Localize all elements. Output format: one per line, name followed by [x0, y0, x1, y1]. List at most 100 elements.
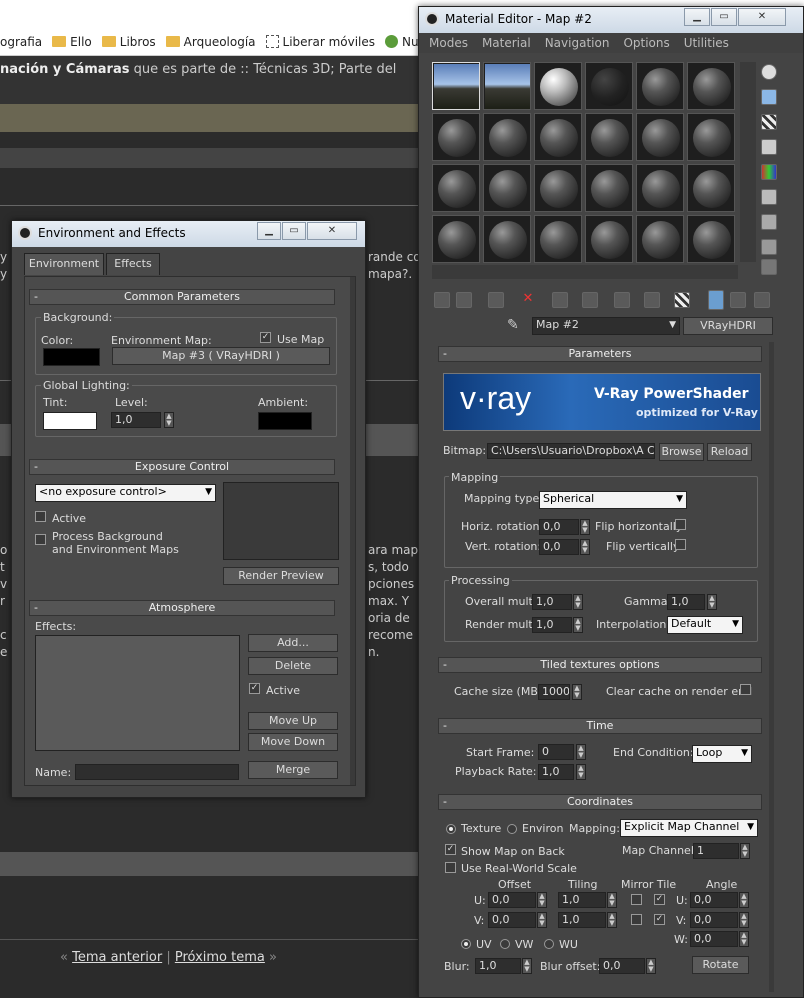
next-topic-link[interactable]: Próximo tema [175, 950, 265, 965]
bookmark-1[interactable]: ografia [0, 35, 42, 49]
backlight-icon[interactable] [761, 89, 777, 105]
cache-size-spinner[interactable]: ▲ ▼ [572, 684, 582, 700]
effect-name-input[interactable] [75, 764, 239, 780]
mapping-type-dropdown[interactable]: Spherical ▼ [539, 491, 687, 509]
maximize-button[interactable]: ▭ [711, 8, 737, 26]
go-to-parent-icon[interactable] [708, 290, 724, 310]
browse-button[interactable]: Browse [659, 443, 704, 461]
u-offset-spinner[interactable]: ▲ ▼ [537, 892, 547, 908]
mat-titlebar[interactable]: Material Editor - Map #2 ▁ ▭ ✕ [419, 7, 803, 33]
slots-scrollbar[interactable] [740, 62, 756, 262]
v-angle-spinner[interactable]: ▲ ▼ [739, 912, 749, 928]
reset-map-icon[interactable]: ✕ [520, 292, 536, 308]
video-color-check-icon[interactable] [761, 164, 777, 180]
coordinates-rollout[interactable]: - Coordinates [438, 794, 762, 810]
make-unique-icon[interactable] [552, 292, 568, 308]
v-tiling-input[interactable]: 1,0 [558, 912, 606, 928]
map-channel-input[interactable]: 1 [693, 843, 739, 859]
rollout-scrollbar[interactable] [350, 277, 355, 785]
sample-slot[interactable] [483, 62, 531, 110]
bookmark-3[interactable]: Libros [101, 35, 156, 49]
bookmark-2[interactable]: Ello [52, 35, 92, 49]
flip-horizontally-checkbox[interactable] [675, 519, 686, 530]
menu-options[interactable]: Options [623, 33, 669, 53]
background-checker-icon[interactable] [761, 114, 777, 130]
material-navigator-icon[interactable] [761, 259, 777, 275]
u-angle-spinner[interactable]: ▲ ▼ [739, 892, 749, 908]
start-frame-spinner[interactable]: ▲ ▼ [576, 744, 586, 760]
sample-slot[interactable] [636, 113, 684, 161]
rotate-button[interactable]: Rotate [692, 956, 749, 974]
v-angle-input[interactable]: 0,0 [690, 912, 738, 928]
add-effect-button[interactable]: Add... [248, 634, 338, 652]
ambient-color-swatch[interactable] [258, 412, 312, 430]
select-by-material-icon[interactable] [761, 239, 777, 255]
v-mirror-checkbox[interactable] [631, 914, 642, 925]
render-mult-input[interactable]: 1,0 [532, 617, 572, 633]
menu-utilities[interactable]: Utilities [684, 33, 729, 53]
sample-slot[interactable] [432, 113, 480, 161]
effects-list[interactable] [35, 635, 240, 751]
slots-hscrollbar[interactable] [432, 265, 738, 279]
menu-modes[interactable]: Modes [429, 33, 468, 53]
u-offset-input[interactable]: 0,0 [488, 892, 536, 908]
rollout-scrollbar[interactable] [769, 342, 774, 992]
horiz-rotation-input[interactable]: 0,0 [539, 519, 579, 535]
time-rollout[interactable]: - Time [438, 718, 762, 734]
v-offset-spinner[interactable]: ▲ ▼ [537, 912, 547, 928]
environ-radio[interactable] [507, 824, 517, 834]
sample-slot[interactable] [636, 62, 684, 110]
menu-material[interactable]: Material [482, 33, 531, 53]
environment-map-button[interactable]: Map #3 ( VRayHDRI ) [112, 347, 330, 365]
u-tile-checkbox[interactable]: ✓ [654, 894, 665, 905]
u-mirror-checkbox[interactable] [631, 894, 642, 905]
prev-topic-link[interactable]: Tema anterior [72, 950, 162, 965]
vert-rotation-spinner[interactable]: ▲ ▼ [580, 539, 590, 555]
texture-radio[interactable] [446, 824, 456, 834]
sample-slot[interactable] [585, 164, 633, 212]
sample-slot[interactable] [687, 215, 735, 263]
wu-radio[interactable] [544, 939, 554, 949]
sample-slot[interactable] [534, 62, 582, 110]
render-mult-spinner[interactable]: ▲ ▼ [573, 617, 583, 633]
material-id-channel-icon[interactable] [614, 292, 630, 308]
sample-slot[interactable] [585, 62, 633, 110]
sample-slot[interactable] [534, 215, 582, 263]
u-tiling-spinner[interactable]: ▲ ▼ [607, 892, 617, 908]
tab-effects[interactable]: Effects [106, 253, 160, 275]
blur-offset-input[interactable]: 0,0 [599, 958, 645, 974]
sample-slot[interactable] [483, 215, 531, 263]
bookmark-5[interactable]: Liberar móviles [265, 35, 375, 49]
delete-effect-button[interactable]: Delete [248, 657, 338, 675]
blur-input[interactable]: 1,0 [475, 958, 521, 974]
playback-rate-spinner[interactable]: ▲ ▼ [576, 764, 586, 780]
playback-rate-input[interactable]: 1,0 [538, 764, 574, 780]
w-angle-input[interactable]: 0,0 [690, 931, 738, 947]
tint-color-swatch[interactable] [43, 412, 97, 430]
sample-slot[interactable] [585, 215, 633, 263]
put-to-library-icon[interactable] [582, 292, 598, 308]
sample-slot[interactable] [534, 164, 582, 212]
u-angle-input[interactable]: 0,0 [690, 892, 738, 908]
end-condition-dropdown[interactable]: Loop ▼ [692, 745, 752, 763]
close-button[interactable]: ✕ [307, 222, 357, 240]
exposure-control-rollout[interactable]: - Exposure Control [29, 459, 335, 475]
exposure-active-checkbox[interactable] [35, 511, 46, 522]
uv-radio[interactable] [461, 939, 471, 949]
gamma-input[interactable]: 1,0 [667, 594, 705, 610]
reload-button[interactable]: Reload [707, 443, 752, 461]
atmosphere-rollout[interactable]: - Atmosphere [29, 600, 335, 616]
cache-size-input[interactable]: 1000 [538, 684, 570, 700]
bitmap-path-input[interactable]: C:\Users\Usuario\Dropbox\A Cidad [487, 443, 655, 459]
level-input[interactable]: 1,0 [111, 412, 161, 428]
make-preview-icon[interactable] [761, 189, 777, 205]
vert-rotation-input[interactable]: 0,0 [539, 539, 579, 555]
clear-cache-checkbox[interactable] [740, 684, 751, 695]
sample-slot[interactable] [687, 113, 735, 161]
minimize-button[interactable]: ▁ [684, 8, 710, 26]
sample-slot[interactable] [534, 113, 582, 161]
show-map-on-back-checkbox[interactable]: ✓ [445, 844, 456, 855]
vw-radio[interactable] [500, 939, 510, 949]
map-name-dropdown[interactable]: Map #2 ▼ [532, 317, 680, 335]
coord-mapping-dropdown[interactable]: Explicit Map Channel ▼ [620, 819, 758, 837]
